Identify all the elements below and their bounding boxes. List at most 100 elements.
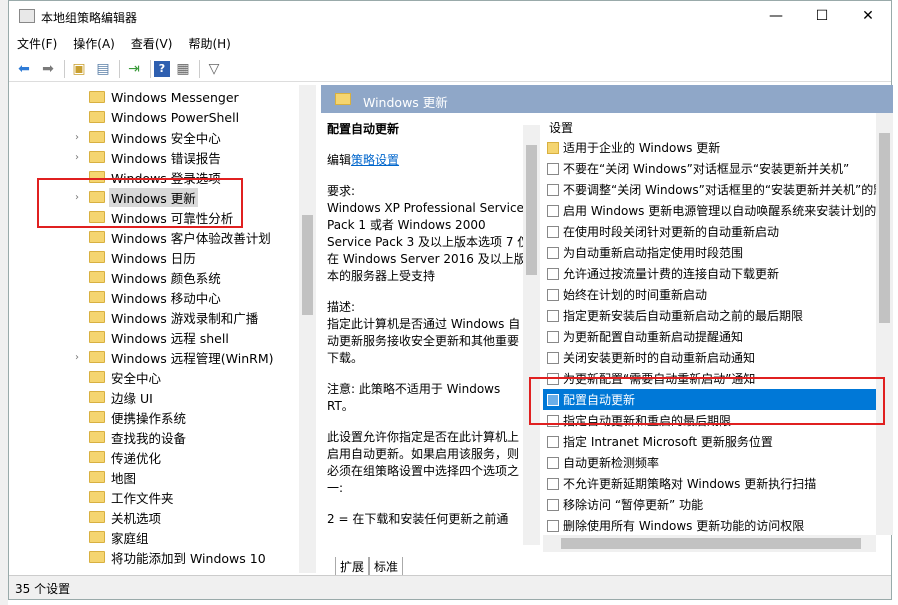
forward-icon[interactable]: ➡ <box>37 58 59 80</box>
menu-bar: 文件(F) 操作(A) 查看(V) 帮助(H) <box>9 33 891 53</box>
setting-row[interactable]: 为更新配置自动重新启动提醒通知 <box>543 326 876 347</box>
tree-item[interactable]: 安全中心 <box>9 367 299 387</box>
extra-text: 此设置允许你指定是否在此计算机上启用自动更新。如果启用该服务，则必须在组策略设置… <box>327 430 520 495</box>
description-scrollbar[interactable] <box>523 125 540 545</box>
settings-column-header[interactable]: 设置 <box>549 119 573 136</box>
expand-arrow-icon[interactable]: › <box>75 132 85 143</box>
tree-item-label: 家庭组 <box>111 530 149 546</box>
window-title: 本地组策略编辑器 <box>41 11 138 25</box>
setting-label: 为更新配置自动重新启动提醒通知 <box>563 330 744 344</box>
edit-policy-link[interactable]: 策略设置 <box>351 153 399 167</box>
setting-label: 指定更新安装后自动重新启动之前的最后期限 <box>563 309 804 323</box>
policy-setting-icon <box>547 330 559 343</box>
folder-icon <box>89 411 105 423</box>
background-window-edge <box>0 0 8 605</box>
setting-row[interactable]: 不要在“关闭 Windows”对话框显示“安装更新并关机” <box>543 158 876 179</box>
setting-row[interactable]: 在使用时段关闭针对更新的自动重新启动 <box>543 221 876 242</box>
annotation-box-tree <box>37 178 243 228</box>
toolbar-separator <box>119 59 120 78</box>
expand-arrow-icon[interactable]: › <box>75 152 85 163</box>
menu-help[interactable]: 帮助(H) <box>180 33 238 53</box>
help-icon[interactable]: ? <box>154 60 170 77</box>
setting-label: 在使用时段关闭针对更新的自动重新启动 <box>563 225 780 239</box>
tree-item-label: 安全中心 <box>111 370 162 386</box>
tree-item[interactable]: 传递优化 <box>9 447 299 467</box>
setting-row[interactable]: 指定更新安装后自动重新启动之前的最后期限 <box>543 305 876 326</box>
status-bar: 35 个设置 <box>9 575 891 599</box>
setting-row[interactable]: 为自动重新启动指定使用时段范围 <box>543 242 876 263</box>
export-list-icon[interactable]: ⇥ <box>123 58 145 80</box>
tree-scroll-thumb[interactable] <box>302 215 313 315</box>
setting-row[interactable]: 不要调整“关闭 Windows”对话框里的“安装更新并关机”的默 <box>543 179 876 200</box>
app-icon <box>19 9 35 23</box>
tree-item[interactable]: 查找我的设备 <box>9 427 299 447</box>
folder-icon <box>89 311 105 323</box>
maximize-button[interactable]: ☐ <box>799 1 845 31</box>
setting-label: 不要在“关闭 Windows”对话框显示“安装更新并关机” <box>563 162 850 176</box>
folder-icon <box>89 491 105 503</box>
tree-item[interactable]: 便携操作系统 <box>9 407 299 427</box>
tab-extended[interactable]: 扩展 <box>335 557 370 577</box>
tree-item[interactable]: › Windows 错误报告 <box>9 147 299 167</box>
minimize-button[interactable]: — <box>753 1 799 31</box>
setting-row[interactable]: 始终在计划的时间重新启动 <box>543 284 876 305</box>
settings-hscroll-thumb[interactable] <box>561 538 861 549</box>
folder-icon <box>89 471 105 483</box>
setting-label: 关闭安装更新时的自动重新启动通知 <box>563 351 756 365</box>
back-icon[interactable]: ⬅ <box>13 58 35 80</box>
tree-item[interactable]: › Windows 远程管理(WinRM) <box>9 347 299 367</box>
up-folder-icon[interactable]: ▣ <box>68 58 90 80</box>
tree-item[interactable]: 将功能添加到 Windows 10 <box>9 547 299 567</box>
tree-item-label: Windows PowerShell <box>111 109 240 125</box>
tree-item[interactable]: 地图 <box>9 467 299 487</box>
folder-icon <box>89 91 105 103</box>
setting-row[interactable]: 关闭安装更新时的自动重新启动通知 <box>543 347 876 368</box>
setting-label: 不要调整“关闭 Windows”对话框里的“安装更新并关机”的默 <box>563 183 876 197</box>
policy-setting-icon <box>547 183 559 196</box>
settings-scroll-thumb[interactable] <box>879 133 890 323</box>
close-button[interactable]: ✕ <box>845 1 891 31</box>
tree-item[interactable]: Windows Messenger <box>9 87 299 107</box>
menu-action[interactable]: 操作(A) <box>65 33 123 53</box>
tree-item[interactable]: Windows 远程 shell <box>9 327 299 347</box>
tree-item[interactable]: Windows 颜色系统 <box>9 267 299 287</box>
tree-scrollbar[interactable] <box>299 85 316 573</box>
tree-item[interactable]: Windows 游戏录制和广播 <box>9 307 299 327</box>
tree-item[interactable]: Windows 日历 <box>9 247 299 267</box>
tab-standard[interactable]: 标准 <box>369 557 404 577</box>
setting-row[interactable]: 启用 Windows 更新电源管理以自动唤醒系统来安装计划的. <box>543 200 876 221</box>
setting-row[interactable]: 适用于企业的 Windows 更新 <box>543 137 876 158</box>
settings-scrollbar[interactable] <box>876 113 893 535</box>
setting-row[interactable]: 不允许更新延期策略对 Windows 更新执行扫描 <box>543 473 876 494</box>
tree-item[interactable]: › Windows 安全中心 <box>9 127 299 147</box>
tree-item-label: 查找我的设备 <box>111 430 187 446</box>
policy-setting-icon <box>547 267 559 280</box>
folder-icon <box>89 391 105 403</box>
setting-row[interactable]: 指定 Intranet Microsoft 更新服务位置 <box>543 431 876 452</box>
tree-item[interactable]: 边缘 UI <box>9 387 299 407</box>
setting-row[interactable]: 自动更新检测频率 <box>543 452 876 473</box>
tree-item[interactable]: Windows 客户体验改善计划 <box>9 227 299 247</box>
properties-icon[interactable]: ▦ <box>172 58 194 80</box>
policy-setting-icon <box>547 288 559 301</box>
tree-item[interactable]: 家庭组 <box>9 527 299 547</box>
tree-item[interactable]: 关机选项 <box>9 507 299 527</box>
tree-item[interactable]: 工作文件夹 <box>9 487 299 507</box>
tree-item-label: 地图 <box>111 470 137 486</box>
tree-item-label: Windows 日历 <box>111 250 196 266</box>
setting-row[interactable]: 允许通过按流量计费的连接自动下载更新 <box>543 263 876 284</box>
description-scroll-thumb[interactable] <box>526 145 537 275</box>
menu-view[interactable]: 查看(V) <box>123 33 181 53</box>
setting-row[interactable]: 移除访问 “暂停更新” 功能 <box>543 494 876 515</box>
setting-label: 自动更新检测频率 <box>563 456 660 470</box>
filter-icon[interactable]: ▽ <box>203 58 225 80</box>
menu-file[interactable]: 文件(F) <box>9 33 65 53</box>
tree-item[interactable]: Windows 移动中心 <box>9 287 299 307</box>
tree-item[interactable]: Windows PowerShell <box>9 107 299 127</box>
show-hide-tree-icon[interactable]: ▤ <box>92 58 114 80</box>
folder-icon <box>89 551 105 563</box>
expand-arrow-icon[interactable]: › <box>75 352 85 363</box>
settings-hscrollbar[interactable] <box>543 535 876 552</box>
tree-item-label: Windows 错误报告 <box>111 150 221 166</box>
setting-row[interactable]: 删除使用所有 Windows 更新功能的访问权限 <box>543 515 876 536</box>
